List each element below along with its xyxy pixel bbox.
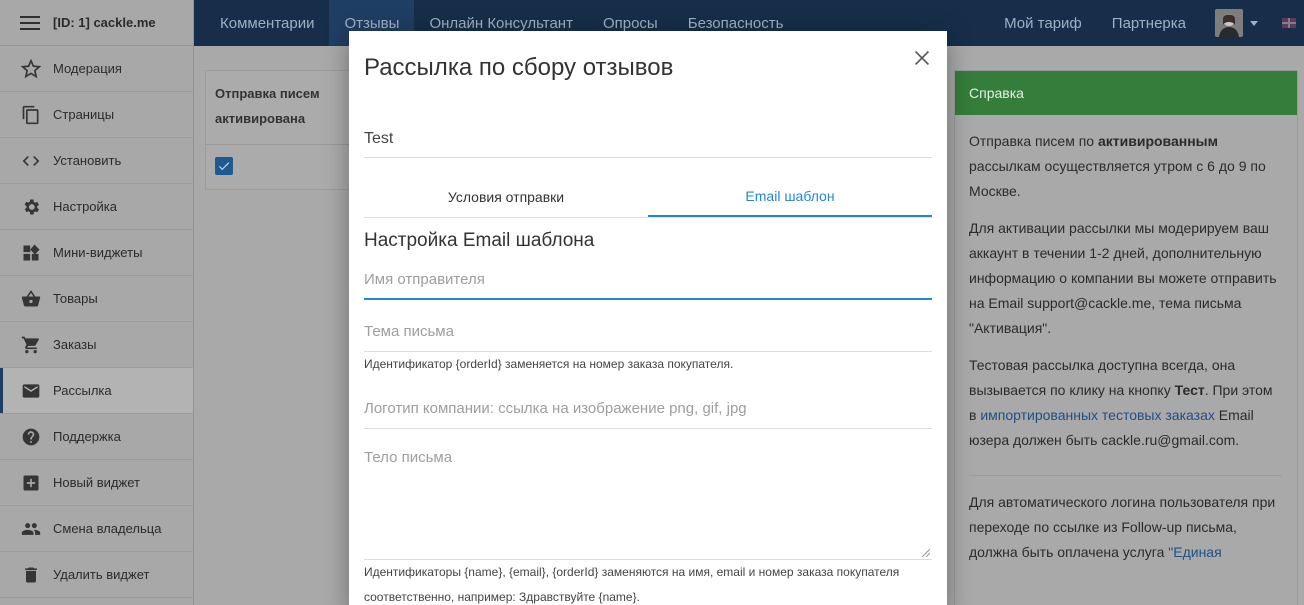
sidebar-item-moderation[interactable]: Модерация <box>0 46 193 92</box>
sidebar-item-label: Новый виджет <box>53 475 140 490</box>
help-paragraph: Тестовая рассылка доступна всегда, она в… <box>969 357 1273 448</box>
divider <box>969 475 1282 476</box>
sidebar-item-install[interactable]: Установить <box>0 138 193 184</box>
sidebar-item-label: Удалить виджет <box>53 567 150 582</box>
sidebar-item-label: Товары <box>53 291 98 306</box>
cart-icon <box>20 334 42 356</box>
close-icon[interactable] <box>911 47 933 69</box>
activated-checkbox[interactable] <box>215 157 233 175</box>
sidebar-item-pages[interactable]: Страницы <box>0 92 193 138</box>
help-body: Отправка писем по активированным рассылк… <box>955 115 1297 565</box>
help-icon <box>20 426 42 448</box>
help-paragraph: Для активации рассылки мы модерируем ваш… <box>969 220 1277 336</box>
logo-url-input[interactable] <box>364 400 932 417</box>
pages-icon <box>20 104 42 126</box>
help-paragraph: Для автоматического логина пользователя … <box>969 494 1276 560</box>
body-hint: Идентификаторы {name}, {email}, {orderId… <box>364 565 900 604</box>
sidebar-item-settings[interactable]: Настройка <box>0 184 193 230</box>
sender-name-field <box>364 271 932 300</box>
avatar[interactable] <box>1215 9 1243 37</box>
sender-name-input[interactable] <box>364 271 932 288</box>
body-textarea[interactable] <box>364 449 932 554</box>
sidebar-item-products[interactable]: Товары <box>0 276 193 322</box>
nav-my-plan[interactable]: Мой тариф <box>989 0 1097 46</box>
logo-field <box>364 400 932 429</box>
sidebar-header: [ID: 1] cackle.me <box>0 0 193 46</box>
star-icon <box>20 58 42 80</box>
sidebar-item-label: Установить <box>53 153 122 168</box>
modal-tabs: Условия отправки Email шаблон <box>364 177 932 218</box>
basket-icon <box>20 288 42 310</box>
tab-email-template[interactable]: Email шаблон <box>648 177 932 217</box>
nav-partner[interactable]: Партнерка <box>1097 0 1201 46</box>
body-field <box>364 449 932 560</box>
plus-box-icon <box>20 472 42 494</box>
section-title: Настройка Email шаблона <box>364 230 595 251</box>
sidebar-item-label: Смена владельца <box>53 521 162 536</box>
people-icon <box>20 518 42 540</box>
gear-icon <box>20 196 42 218</box>
nav-right: Мой тариф Партнерка <box>989 0 1304 46</box>
sidebar-item-label: Мини-виджеты <box>53 245 143 260</box>
sidebar-item-label: Поддержка <box>53 429 121 444</box>
sidebar: [ID: 1] cackle.me Модерация Страницы Уст… <box>0 0 194 605</box>
widgets-icon <box>20 242 42 264</box>
service-link[interactable]: "Единая <box>1168 544 1221 560</box>
sidebar-item-mailing[interactable]: Рассылка <box>0 368 193 414</box>
sidebar-item-mini-widgets[interactable]: Мини-виджеты <box>0 230 193 276</box>
mailing-name-field[interactable]: Test <box>364 127 932 158</box>
sidebar-item-label: Страницы <box>53 107 115 122</box>
chevron-down-icon[interactable] <box>1250 20 1258 26</box>
sidebar-item-label: Заказы <box>53 337 97 352</box>
trash-icon <box>20 564 42 586</box>
uk-flag-icon[interactable] <box>1282 18 1296 28</box>
mailing-modal: Рассылка по сбору отзывов Test Условия о… <box>349 31 947 605</box>
menu-icon[interactable] <box>20 15 40 30</box>
test-orders-link[interactable]: импортированных тестовых заказах <box>980 407 1215 423</box>
mailing-table: Отправка писем активирована <box>205 70 350 190</box>
sidebar-item-label: Настройка <box>53 199 117 214</box>
sidebar-item-delete-widget[interactable]: Удалить виджет <box>0 552 193 598</box>
modal-title: Рассылка по сбору отзывов <box>364 54 674 81</box>
sidebar-title: [ID: 1] cackle.me <box>53 15 156 30</box>
subject-hint: Идентификатор {orderId} заменяется на но… <box>364 357 734 371</box>
resize-grip-icon[interactable] <box>922 549 930 557</box>
sidebar-item-label: Модерация <box>53 61 122 76</box>
nav-comments[interactable]: Комментарии <box>194 0 329 46</box>
subject-input[interactable] <box>364 323 932 340</box>
subject-field <box>364 323 932 352</box>
help-panel: Справка Отправка писем по активированным… <box>954 70 1298 605</box>
code-icon <box>20 150 42 172</box>
help-paragraph: Отправка писем по активированным рассылк… <box>969 133 1266 199</box>
sidebar-item-orders[interactable]: Заказы <box>0 322 193 368</box>
help-title: Справка <box>955 71 1297 115</box>
table-header: Отправка писем активирована <box>206 71 349 145</box>
check-icon <box>218 162 230 171</box>
sidebar-item-change-owner[interactable]: Смена владельца <box>0 506 193 552</box>
sidebar-item-new-widget[interactable]: Новый виджет <box>0 460 193 506</box>
sidebar-item-support[interactable]: Поддержка <box>0 414 193 460</box>
sidebar-item-label: Рассылка <box>53 383 112 398</box>
mail-icon <box>20 380 42 402</box>
tab-send-conditions[interactable]: Условия отправки <box>364 177 648 217</box>
